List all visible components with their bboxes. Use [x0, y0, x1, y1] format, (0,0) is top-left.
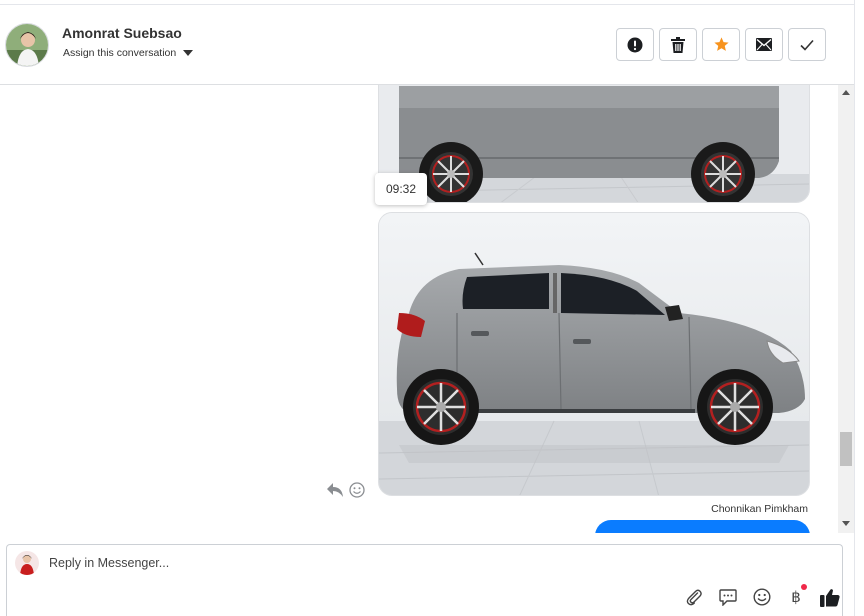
- messenger-inbox: Amonrat Suebsao Assign this conversation: [0, 0, 864, 616]
- sender-name: Chonnikan Pimkham: [711, 503, 808, 515]
- sent-message-bubble[interactable]: [595, 520, 810, 533]
- contact-name[interactable]: Amonrat Suebsao: [62, 25, 182, 41]
- conversation-actions: [616, 28, 826, 61]
- mark-unread-button[interactable]: [745, 28, 783, 61]
- saved-replies-button[interactable]: [717, 586, 739, 608]
- star-icon: [713, 37, 729, 51]
- contact-avatar[interactable]: [5, 23, 49, 67]
- scroll-up-arrow[interactable]: [842, 90, 850, 95]
- message-thread[interactable]: 09:32 Chonnikan Pimkham: [0, 85, 838, 533]
- envelope-icon: [756, 38, 772, 51]
- thumbs-up-icon: [820, 588, 840, 607]
- speech-bubble-icon: [719, 588, 737, 606]
- emoji-icon: [753, 588, 771, 606]
- reply-arrow-icon[interactable]: [327, 483, 343, 497]
- baht-icon: ฿: [791, 588, 801, 606]
- composer-tools: ฿: [683, 584, 841, 608]
- message-hover-tools: [327, 482, 365, 498]
- like-button[interactable]: [819, 586, 841, 608]
- delete-button[interactable]: [659, 28, 697, 61]
- spam-button[interactable]: [616, 28, 654, 61]
- emoji-button[interactable]: [751, 586, 773, 608]
- conversation-header: Amonrat Suebsao Assign this conversation: [0, 4, 854, 85]
- reply-input[interactable]: [49, 553, 649, 573]
- scrollbar-thumb[interactable]: [840, 432, 852, 466]
- attach-button[interactable]: [683, 586, 705, 608]
- mark-done-button[interactable]: [788, 28, 826, 61]
- checkmark-icon: [800, 39, 814, 51]
- page-avatar: [15, 551, 39, 575]
- emoji-reaction-icon[interactable]: [349, 482, 365, 498]
- message-timestamp: 09:32: [375, 173, 427, 205]
- payment-button[interactable]: ฿: [785, 584, 807, 608]
- scroll-down-arrow[interactable]: [842, 521, 850, 526]
- exclamation-circle-icon: [627, 37, 643, 52]
- caret-down-icon: [183, 50, 194, 56]
- trash-icon: [671, 36, 685, 53]
- assign-label: Assign this conversation: [63, 47, 177, 59]
- reply-composer: ฿: [6, 544, 843, 616]
- panel-edge: [854, 0, 864, 616]
- notification-dot: [801, 584, 807, 590]
- car-photo-2[interactable]: [378, 212, 810, 496]
- car-photo-1[interactable]: [378, 85, 810, 203]
- paperclip-icon: [686, 589, 702, 606]
- assign-conversation-dropdown[interactable]: Assign this conversation: [63, 47, 194, 59]
- star-button[interactable]: [702, 28, 740, 61]
